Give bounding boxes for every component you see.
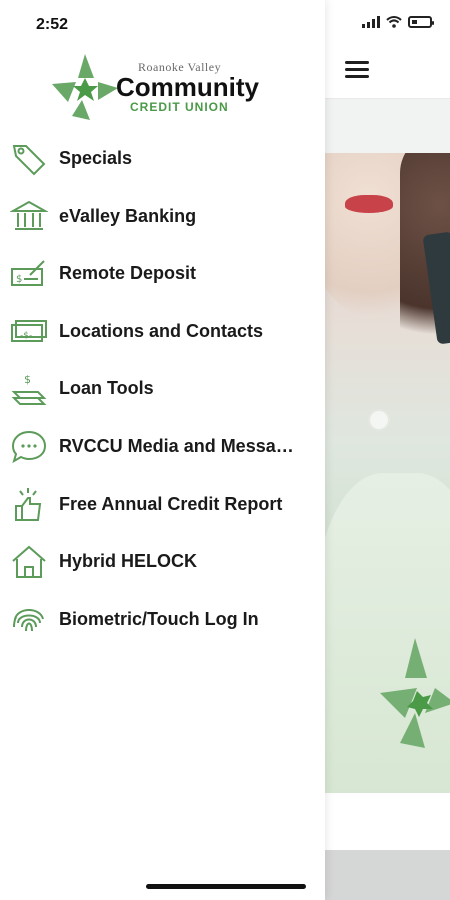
bank-icon [9,198,49,236]
tag-icon [10,140,48,178]
star-logo-icon [52,54,118,120]
navigation-drawer: Roanoke Valley Community CREDIT UNION Sp… [0,0,325,900]
chat-bubble-icon [10,428,48,466]
menu-item-specials[interactable]: Specials [0,130,325,188]
top-bar [325,44,450,99]
wifi-icon [386,16,402,28]
svg-text:-$-: -$- [20,331,32,341]
check-deposit-icon: $ [10,255,48,293]
hero-photo [325,153,450,793]
battery-icon [408,16,434,28]
cash-stack-icon: $ [10,370,48,408]
credit-union-logo: Roanoke Valley Community CREDIT UNION [50,52,280,122]
menu-item-label: Free Annual Credit Report [59,493,283,514]
home-indicator[interactable] [146,884,306,889]
drawer-menu: Specials eValley Banking $ Remote Deposi… [0,130,325,648]
menu-item-hybrid-helock[interactable]: Hybrid HELOCK [0,533,325,591]
status-bar: 2:52 [0,0,450,44]
svg-text:$: $ [16,274,22,285]
menu-item-loan-tools[interactable]: $ Loan Tools [0,360,325,418]
menu-item-remote-deposit[interactable]: $ Remote Deposit [0,245,325,303]
menu-item-evalley-banking[interactable]: eValley Banking [0,188,325,246]
menu-item-locations-and-contacts[interactable]: -$- Locations and Contacts [0,303,325,361]
logo-line-3: CREDIT UNION [130,100,229,114]
menu-item-label: Loan Tools [59,378,154,399]
menu-item-rvccu-media-and-messages[interactable]: RVCCU Media and Messa… [0,418,325,476]
svg-text:$: $ [24,373,31,386]
status-icons [362,16,434,28]
menu-item-label: Hybrid HELOCK [59,551,198,572]
star-logo-watermark-icon [380,638,450,748]
menu-item-free-annual-credit-report[interactable]: Free Annual Credit Report [0,476,325,534]
logo-line-2: Community [116,72,259,102]
menu-item-label: RVCCU Media and Messa… [59,435,294,456]
status-time: 2:52 [36,16,69,33]
money-bill-icon: -$- [10,313,48,351]
thumbs-up-icon [10,486,48,524]
battery-fill [412,20,417,24]
fingerprint-icon [10,601,48,639]
house-icon [10,543,48,581]
menu-item-label: Locations and Contacts [59,320,264,341]
menu-item-label: eValley Banking [59,205,197,226]
menu-item-label: Specials [59,148,133,168]
menu-item-label: Biometric/Touch Log In [59,608,259,629]
menu-item-label: Remote Deposit [59,263,197,284]
menu-item-biometric-touch-log-in[interactable]: Biometric/Touch Log In [0,591,325,649]
hamburger-menu-icon[interactable] [345,61,369,79]
background-screen [325,0,450,900]
bottom-bar [325,850,450,900]
signal-icon [362,16,380,28]
banner-strip [325,99,450,153]
